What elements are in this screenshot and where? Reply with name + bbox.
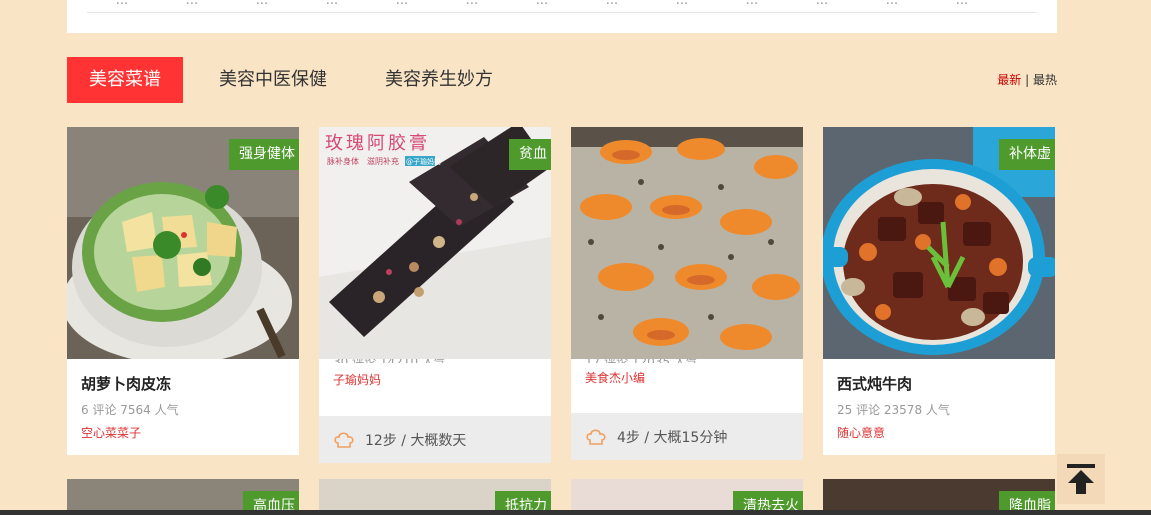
recipe-image[interactable]: 补体虚 bbox=[823, 127, 1055, 359]
top-nav-item[interactable]: ... bbox=[577, 0, 647, 12]
top-nav-item[interactable]: ... bbox=[437, 0, 507, 12]
tab-beauty-remedies[interactable]: 美容养生妙方 bbox=[363, 57, 515, 103]
recipe-author[interactable]: 美食杰小编 bbox=[571, 363, 803, 386]
back-to-top-button[interactable] bbox=[1057, 454, 1105, 504]
recipe-author[interactable]: 子瑜妈妈 bbox=[319, 363, 551, 388]
top-nav-item[interactable]: ... bbox=[87, 0, 157, 12]
arrow-up-icon bbox=[1067, 464, 1095, 494]
tab-beauty-tcm[interactable]: 美容中医保健 bbox=[197, 57, 349, 103]
brand-sub2: 滋阴补充 bbox=[367, 156, 399, 166]
recipe-photo-shrimp-rice bbox=[571, 127, 803, 359]
recipe-meta: 6 评论 7564 人气 bbox=[81, 403, 179, 417]
top-nav-item[interactable]: ... bbox=[367, 0, 437, 12]
chef-hat-icon bbox=[586, 428, 606, 445]
sort-hot-link[interactable]: 最热 bbox=[1033, 73, 1057, 87]
recipe-title[interactable]: 西式炖牛肉 bbox=[823, 359, 1055, 393]
recipe-tag[interactable]: 强身健体 bbox=[229, 139, 299, 170]
recipe-image[interactable]: 强身健体 bbox=[67, 127, 299, 359]
recipe-steps-bar: 4步 / 大概15分钟 bbox=[571, 413, 803, 460]
bottom-bar bbox=[0, 510, 1151, 515]
brand-title: 玫瑰阿胶膏 bbox=[325, 132, 430, 154]
recipe-tag[interactable]: 补体虚 bbox=[999, 139, 1055, 170]
recipe-tag[interactable]: 贫血 bbox=[509, 139, 551, 170]
top-nav-item[interactable]: ... bbox=[507, 0, 577, 12]
sort-latest-link[interactable]: 最新 bbox=[997, 73, 1021, 87]
recipe-steps: 4步 / 大概15分钟 bbox=[617, 429, 728, 446]
recipe-author[interactable]: 随心意意 bbox=[823, 418, 1055, 455]
sort-links: 最新 | 最热 bbox=[997, 71, 1057, 88]
top-nav-item[interactable]: ... bbox=[227, 0, 297, 12]
recipe-card[interactable]: 补体虚 西式炖牛肉 25 评论 23578 人气 随心意意 bbox=[823, 127, 1055, 455]
top-nav-cut: ... ... ... ... ... ... ... ... ... ... … bbox=[87, 0, 1037, 13]
top-nav-item[interactable]: ... bbox=[927, 0, 997, 12]
chef-hat-icon bbox=[334, 431, 354, 448]
recipe-card[interactable]: 强身健体 胡萝卜肉皮冻 6 评论 7564 人气 空心菜菜子 bbox=[67, 127, 299, 455]
top-panel: ... ... ... ... ... ... ... ... ... ... … bbox=[67, 0, 1057, 33]
recipe-card[interactable]: 玫瑰阿胶膏 脉补身体 滋阴补充 @子瑜妈妈 贫血 30 评论 14210 人气 … bbox=[319, 127, 551, 463]
tab-beauty-recipes[interactable]: 美容菜谱 bbox=[67, 57, 183, 103]
recipe-title[interactable]: 胡萝卜肉皮冻 bbox=[67, 359, 299, 393]
recipe-image[interactable]: 玫瑰阿胶膏 脉补身体 滋阴补充 @子瑜妈妈 贫血 bbox=[319, 127, 551, 359]
recipe-steps-bar: 12步 / 大概数天 bbox=[319, 416, 551, 463]
recipe-card[interactable]: 17 评论 12035 人气 美食杰小编 4步 / 大概15分钟 bbox=[571, 127, 803, 460]
top-nav-item[interactable]: ... bbox=[787, 0, 857, 12]
recipe-steps: 12步 / 大概数天 bbox=[365, 432, 467, 449]
recipe-author[interactable]: 空心菜菜子 bbox=[67, 418, 299, 455]
recipe-image[interactable] bbox=[571, 127, 803, 359]
top-nav-item[interactable]: ... bbox=[857, 0, 927, 12]
top-nav-item[interactable]: ... bbox=[717, 0, 787, 12]
top-nav-item[interactable]: ... bbox=[647, 0, 717, 12]
top-nav-item[interactable]: ... bbox=[297, 0, 367, 12]
brand-sub1: 脉补身体 bbox=[327, 156, 359, 166]
top-nav-item[interactable]: ... bbox=[157, 0, 227, 12]
brand-sub3: @子瑜妈妈 bbox=[406, 157, 441, 166]
category-tabs: 美容菜谱 美容中医保健 美容养生妙方 bbox=[67, 57, 529, 103]
recipe-meta: 25 评论 23578 人气 bbox=[837, 403, 950, 417]
sort-separator: | bbox=[1025, 73, 1030, 87]
